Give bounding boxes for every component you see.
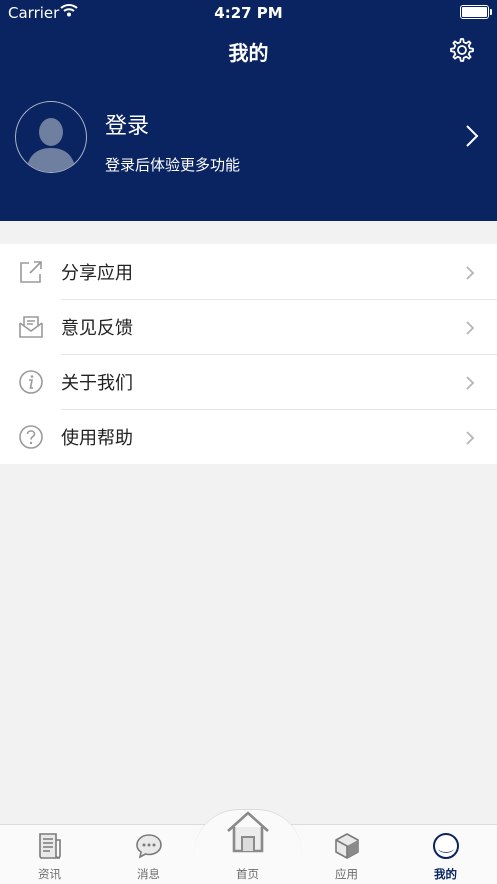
help-icon bbox=[19, 425, 43, 449]
login-row[interactable]: 登录 登录后体验更多功能 bbox=[0, 96, 497, 180]
chevron-right-icon bbox=[466, 376, 475, 390]
tab-messages[interactable]: 消息 bbox=[99, 825, 198, 884]
status-bar: Carrier 4:27 PM bbox=[0, 0, 497, 26]
menu-item-label: 意见反馈 bbox=[61, 318, 133, 339]
battery-icon bbox=[460, 5, 492, 19]
chevron-right-icon bbox=[466, 266, 475, 280]
tab-bar: 资讯 消息 首页 应用 我的 bbox=[0, 809, 497, 884]
chevron-right-icon bbox=[466, 125, 479, 147]
status-time: 4:27 PM bbox=[214, 4, 283, 22]
menu-item-label: 使用帮助 bbox=[61, 428, 133, 449]
share-icon bbox=[20, 261, 42, 283]
menu-item-label: 分享应用 bbox=[61, 263, 133, 284]
login-hint: 登录后体验更多功能 bbox=[105, 156, 241, 174]
menu-item-about[interactable]: 关于我们 bbox=[0, 354, 497, 409]
tab-apps[interactable]: 应用 bbox=[297, 825, 396, 884]
tab-label: 我的 bbox=[434, 867, 457, 881]
tab-profile[interactable]: 我的 bbox=[396, 825, 495, 884]
chevron-right-icon bbox=[466, 321, 475, 335]
tab-label: 应用 bbox=[335, 867, 358, 881]
apps-cube-icon bbox=[334, 833, 359, 859]
profile-header: Carrier 4:27 PM 我的 登录 登录后体验更多功能 bbox=[0, 0, 497, 221]
menu-item-help[interactable]: 使用帮助 bbox=[0, 409, 497, 464]
tab-label: 消息 bbox=[137, 867, 160, 881]
chevron-right-icon bbox=[466, 431, 475, 445]
tab-news[interactable]: 资讯 bbox=[0, 825, 99, 884]
menu-item-share[interactable]: 分享应用 bbox=[0, 244, 497, 299]
home-icon bbox=[226, 811, 269, 853]
tab-home[interactable]: 首页 bbox=[198, 811, 297, 884]
default-avatar-icon bbox=[15, 101, 87, 173]
login-label: 登录 bbox=[105, 114, 150, 139]
tab-label: 资讯 bbox=[38, 867, 61, 881]
tab-label: 首页 bbox=[236, 867, 259, 881]
settings-menu: 分享应用 意见反馈 关于我们 使用帮助 bbox=[0, 244, 497, 464]
menu-item-label: 关于我们 bbox=[61, 373, 133, 394]
menu-item-feedback[interactable]: 意见反馈 bbox=[0, 299, 497, 354]
news-icon bbox=[38, 833, 61, 859]
info-icon bbox=[19, 370, 43, 394]
profile-icon bbox=[432, 833, 459, 859]
message-icon bbox=[135, 834, 162, 859]
gear-icon[interactable] bbox=[447, 36, 475, 64]
feedback-mail-icon bbox=[19, 316, 43, 338]
page-title: 我的 bbox=[228, 41, 269, 65]
